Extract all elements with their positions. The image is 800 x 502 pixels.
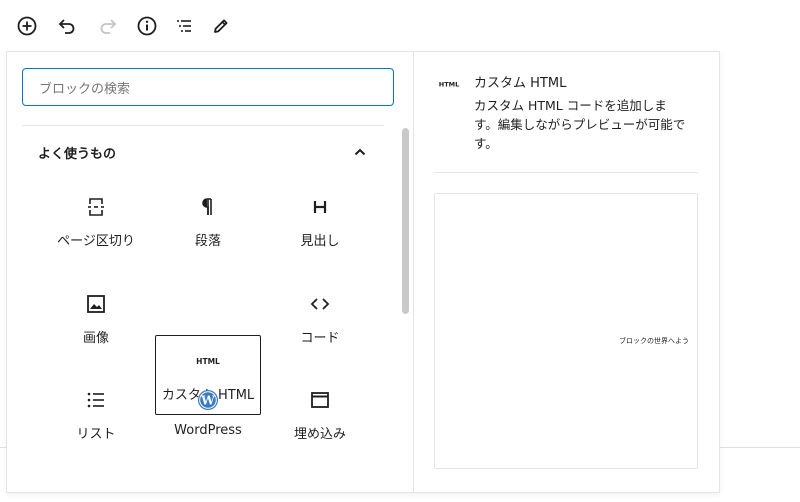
undo-icon	[58, 19, 75, 34]
category-header-frequent[interactable]: よく使うもの	[38, 140, 368, 164]
add-block-icon	[17, 16, 37, 36]
block-search-input[interactable]: ブロックの検索	[22, 68, 394, 106]
divider	[22, 125, 384, 126]
block-label: 画像	[82, 331, 109, 346]
block-item-wordpress[interactable]: W WordPress	[155, 375, 261, 455]
preview-sample-text: ブロックの世界へよう	[619, 337, 689, 345]
edit-pencil-icon	[214, 19, 228, 33]
category-title: よく使うもの	[38, 146, 117, 162]
chevron-up-icon[interactable]	[352, 144, 368, 160]
block-item-page-break[interactable]: ページ区切り	[43, 182, 149, 262]
preview-block-description: カスタム HTML コードを追加しま す。編集しながらプレビューが可能で す。	[474, 98, 686, 151]
block-label: WordPress	[174, 423, 242, 438]
embed-icon	[308, 387, 332, 413]
block-preview-frame: ブロックの世界へよう	[434, 193, 698, 469]
block-item-list[interactable]: リスト	[43, 375, 149, 455]
svg-text:W: W	[200, 393, 215, 407]
undo-button[interactable]	[51, 10, 83, 42]
list-icon	[84, 387, 108, 413]
block-item-code[interactable]: コード	[267, 279, 373, 359]
page-break-icon	[84, 194, 108, 220]
preview-block-title: カスタム HTML	[474, 76, 567, 91]
paragraph-icon	[196, 194, 220, 220]
block-preview-pane: HTML カスタム HTML カスタム HTML コードを追加しま す。編集しな…	[414, 52, 719, 492]
top-toolbar	[0, 0, 800, 50]
info-icon	[137, 16, 157, 36]
image-icon	[84, 291, 108, 317]
list-view-icon	[177, 20, 191, 32]
block-item-heading[interactable]: 見出し	[267, 182, 373, 262]
block-label: 段落	[194, 234, 221, 249]
search-placeholder: ブロックの検索	[39, 81, 131, 97]
wordpress-icon: W	[196, 387, 220, 413]
block-label: リスト	[76, 427, 116, 442]
redo-button[interactable]	[92, 10, 124, 42]
list-view-button[interactable]	[168, 10, 200, 42]
block-label: 埋め込み	[293, 427, 346, 442]
scrollbar-thumb[interactable]	[402, 128, 409, 314]
add-block-button[interactable]	[11, 10, 43, 42]
inserter-block-list-pane: ブロックの検索 よく使うもの ページ区切り 段落 見出し 画像 HTML カスタ…	[7, 52, 414, 492]
code-icon	[308, 291, 332, 317]
block-item-embed[interactable]: 埋め込み	[267, 375, 373, 455]
heading-icon	[308, 194, 332, 220]
block-label: 見出し	[300, 234, 340, 249]
block-label: ページ区切り	[57, 234, 135, 249]
divider	[434, 172, 698, 173]
tools-button[interactable]	[205, 10, 237, 42]
block-inserter-popover: ブロックの検索 よく使うもの ページ区切り 段落 見出し 画像 HTML カスタ…	[6, 51, 720, 493]
block-item-paragraph[interactable]: 段落	[155, 182, 261, 262]
html-icon: HTML	[436, 74, 462, 94]
details-button[interactable]	[131, 10, 163, 42]
html-icon: HTML	[193, 348, 223, 374]
block-label: コード	[300, 331, 340, 346]
redo-icon	[100, 19, 117, 34]
svg-text:HTML: HTML	[439, 81, 459, 89]
block-item-image[interactable]: 画像	[43, 279, 149, 359]
svg-text:HTML: HTML	[196, 357, 220, 366]
